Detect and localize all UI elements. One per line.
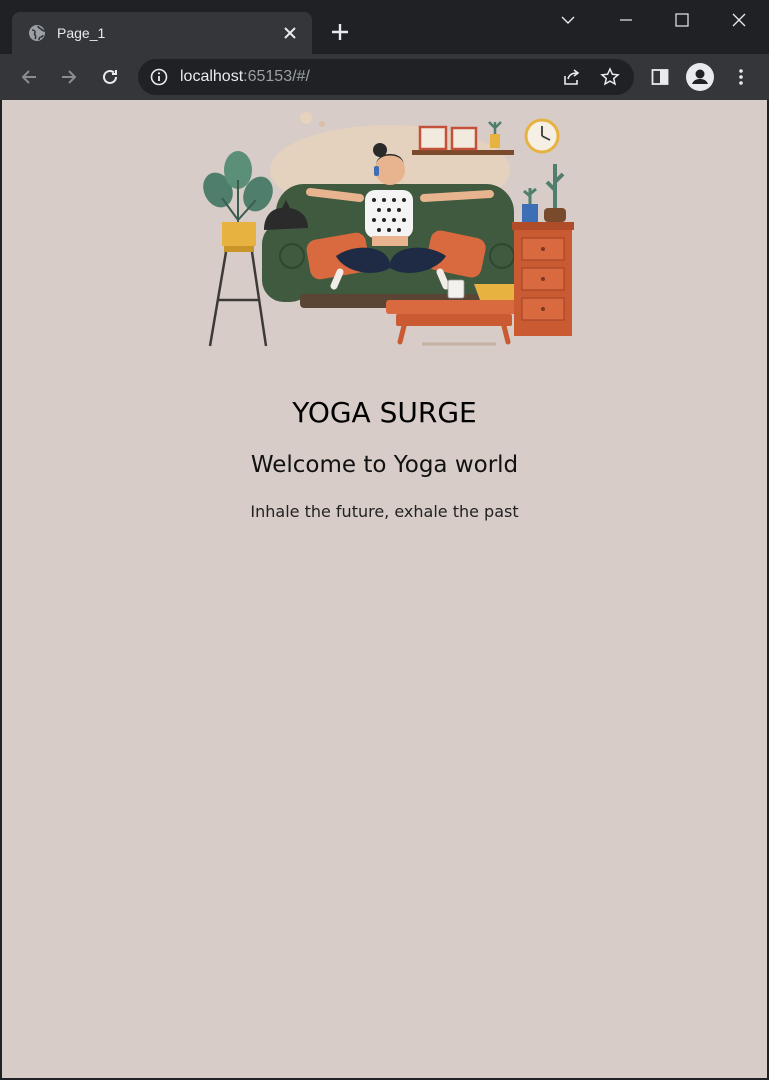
browser-titlebar: Page_1 <box>0 0 769 54</box>
side-panel-button[interactable] <box>646 63 674 91</box>
page-viewport: YOGA SURGE Welcome to Yoga world Inhale … <box>2 100 767 1078</box>
dresser-icon <box>512 164 574 336</box>
tab-title: Page_1 <box>57 25 106 41</box>
tab-search-button[interactable] <box>548 6 588 34</box>
person-icon <box>692 69 708 84</box>
reload-icon <box>103 69 117 84</box>
bookmark-star-icon[interactable] <box>600 67 620 87</box>
info-icon[interactable] <box>150 68 168 86</box>
share-icon[interactable] <box>562 67 582 87</box>
new-tab-icon[interactable] <box>328 20 352 44</box>
browser-toolbar: localhost:65153/#/ <box>0 54 769 100</box>
clock-icon <box>524 118 560 154</box>
globe-icon <box>29 25 46 41</box>
close-tab-icon[interactable] <box>280 23 300 43</box>
maximize-icon <box>675 13 689 27</box>
menu-button[interactable] <box>727 63 755 91</box>
arrow-left-icon <box>21 70 36 84</box>
address-bar[interactable]: localhost:65153/#/ <box>138 59 634 95</box>
close-window-button[interactable] <box>719 6 759 34</box>
browser-tab[interactable]: Page_1 <box>12 12 312 54</box>
chevron-down-icon <box>561 16 575 24</box>
maximize-button[interactable] <box>662 6 702 34</box>
reload-button[interactable] <box>96 63 124 91</box>
close-icon <box>732 13 746 27</box>
arrow-right-icon <box>62 70 77 84</box>
side-panel-icon <box>651 69 669 85</box>
profile-avatar[interactable] <box>686 63 714 91</box>
more-vert-icon <box>739 69 743 85</box>
wall-shelf-icon <box>412 121 514 155</box>
minimize-icon <box>620 19 632 21</box>
welcome-heading: Welcome to Yoga world <box>250 452 519 478</box>
back-button[interactable] <box>15 63 43 91</box>
minimize-button[interactable] <box>606 6 646 34</box>
url-host: localhost <box>180 68 244 85</box>
hero-illustration <box>203 112 574 347</box>
site-title: YOGA SURGE <box>292 396 477 429</box>
url-text: localhost:65153/#/ <box>180 68 310 86</box>
tagline-text: Inhale the future, exhale the past <box>250 502 519 521</box>
forward-button[interactable] <box>55 63 83 91</box>
url-path: :65153/#/ <box>243 68 310 85</box>
